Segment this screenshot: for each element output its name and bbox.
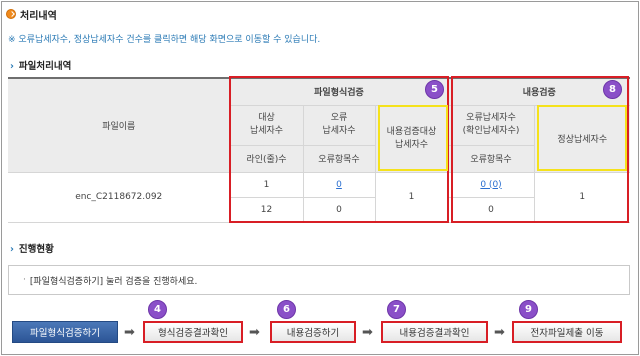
file-section-title: 파일처리내역 bbox=[18, 61, 72, 72]
chevron-right-icon: › bbox=[10, 61, 14, 72]
chevron-right-icon: › bbox=[10, 244, 14, 255]
progress-section-heading: › 진행현황 bbox=[10, 241, 54, 255]
arrow-right-icon: ➡ bbox=[249, 325, 260, 340]
step-badge-content-result: 7 bbox=[387, 300, 406, 319]
content-result-button[interactable]: 내용검증결과확인 bbox=[381, 321, 488, 343]
check-circle-icon bbox=[6, 9, 16, 19]
step-badge-format: 5 bbox=[425, 80, 444, 99]
step-badge-content: 8 bbox=[603, 80, 622, 99]
step-badge-submit: 9 bbox=[519, 300, 538, 319]
cell-filename: enc_C2118672.092 bbox=[8, 172, 230, 223]
col-filename: 파일이름 bbox=[8, 77, 230, 173]
panel-header: 처리내역 bbox=[6, 6, 57, 22]
progress-section-title: 진행현황 bbox=[18, 244, 54, 255]
normal-taxpayers-highlight bbox=[537, 105, 627, 171]
progress-message-box: · [파일형식검증하기] 눌러 검증을 진행하세요. bbox=[8, 265, 630, 295]
progress-message: [파일형식검증하기] 눌러 검증을 진행하세요. bbox=[29, 276, 198, 287]
submit-file-button[interactable]: 전자파일제출 이동 bbox=[512, 321, 622, 343]
arrow-right-icon: ➡ bbox=[494, 325, 505, 340]
step-badge-content-check: 6 bbox=[277, 300, 296, 319]
format-check-button[interactable]: 파일형식검증하기 bbox=[12, 321, 118, 343]
page-title: 처리내역 bbox=[20, 10, 57, 22]
file-section-heading: › 파일처리내역 bbox=[10, 58, 71, 72]
content-check-button[interactable]: 내용검증하기 bbox=[270, 321, 356, 343]
content-target-highlight bbox=[378, 105, 448, 171]
format-result-button[interactable]: 형식검증결과확인 bbox=[143, 321, 243, 343]
instruction-note: ※ 오류납세자수, 정상납세자수 건수를 클릭하면 해당 화면으로 이동할 수 … bbox=[8, 35, 321, 45]
bullet-icon: · bbox=[23, 275, 26, 285]
step-badge-format-result: 4 bbox=[148, 300, 167, 319]
arrow-right-icon: ➡ bbox=[124, 325, 135, 340]
arrow-right-icon: ➡ bbox=[362, 325, 373, 340]
